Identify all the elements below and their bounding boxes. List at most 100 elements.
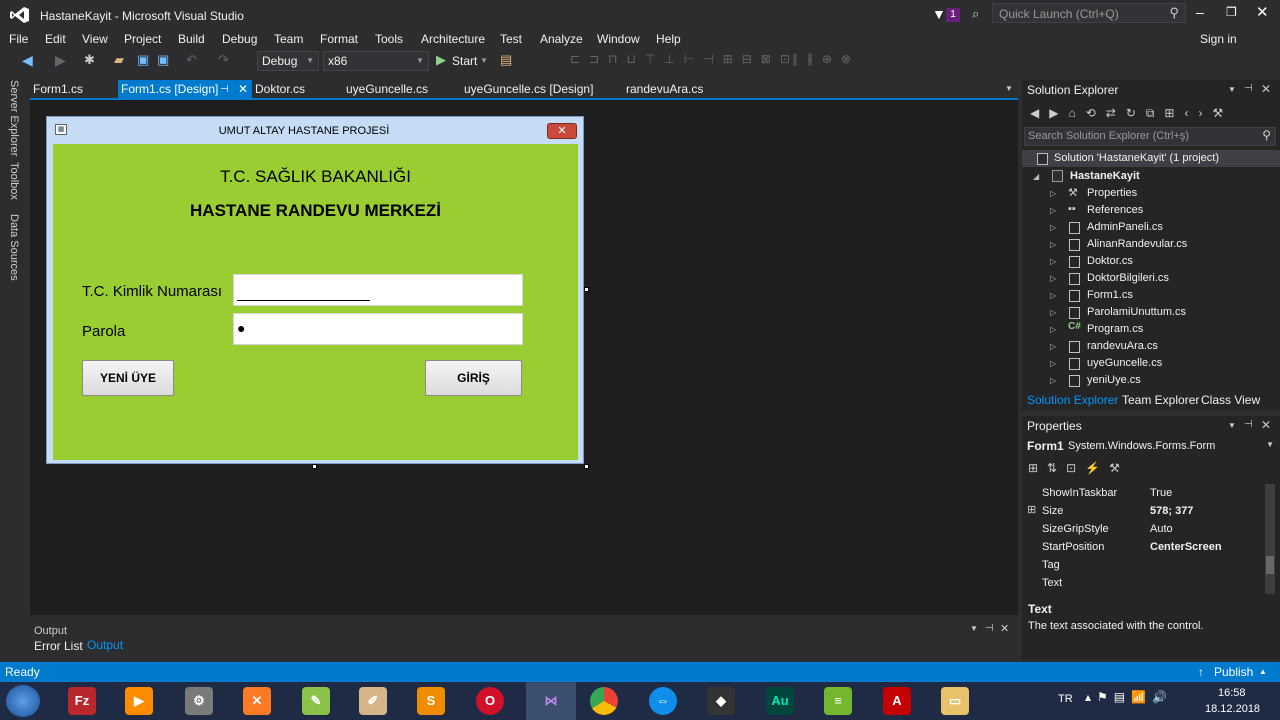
tree-item-file[interactable]: Form1.cs (1087, 287, 1133, 304)
tc-input[interactable] (233, 274, 523, 306)
quick-launch[interactable]: Quick Launch (Ctrl+Q) ⚲ (992, 3, 1186, 23)
menu-build[interactable]: Build (178, 30, 205, 48)
output-tab[interactable]: Output (87, 637, 123, 652)
maximize-icon[interactable]: ❐ (1226, 5, 1237, 19)
expand-icon[interactable]: ▷ (1050, 308, 1056, 317)
solution-toolbar-icons[interactable]: ◀▶⌂⟲⇄↻⧉⊞‹›⚒ (1030, 106, 1233, 121)
forward-icon[interactable]: ▶ (55, 52, 66, 70)
start-button[interactable]: Start (452, 52, 477, 70)
solution-explorer-bottom-tab[interactable]: Solution Explorer (1027, 393, 1118, 407)
expand-icon[interactable]: ▷ (1050, 342, 1056, 351)
feedback-icon[interactable]: ⌕ (972, 6, 979, 22)
teamviewer-icon[interactable]: ⇔ (649, 687, 677, 715)
output-menu-icon[interactable]: ▼ (970, 624, 978, 633)
menu-file[interactable]: File (9, 30, 28, 48)
property-row[interactable]: SizeGripStyle Auto (1042, 520, 1274, 538)
filter-icon[interactable]: ▼ (932, 6, 946, 22)
tab-uyeguncelle-cs[interactable]: uyeGuncelle.cs (343, 80, 459, 99)
expand-icon[interactable]: ▷ (1050, 240, 1056, 249)
tree-item-file[interactable]: randevuAra.cs (1087, 338, 1158, 355)
save-all-icon[interactable]: ▣ (157, 52, 169, 70)
opera-icon[interactable]: O (476, 687, 504, 715)
menu-architecture[interactable]: Architecture (421, 30, 485, 48)
menu-view[interactable]: View (82, 30, 108, 48)
pane-menu-icon[interactable]: ▼ (1228, 85, 1236, 94)
chrome-icon[interactable] (590, 687, 618, 715)
save-icon[interactable]: ▣ (137, 52, 149, 70)
data-sources-tab[interactable]: Data Sources (8, 214, 20, 281)
output-pin-icon[interactable]: ⊣ (985, 623, 994, 634)
solution-search[interactable]: Search Solution Explorer (Ctrl+ş) ⚲ (1024, 127, 1276, 146)
tab-uyeguncelle-design[interactable]: uyeGuncelle.cs [Design] (461, 80, 621, 99)
redo-icon[interactable]: ↷ (218, 52, 229, 70)
close-tab-icon[interactable]: ✕ (238, 80, 248, 99)
pane-close-icon[interactable]: ✕ (1261, 418, 1271, 432)
expand-icon[interactable]: ▷ (1050, 359, 1056, 368)
layout-spacing-icons[interactable]: ∥∦⊕⊗ (792, 52, 860, 70)
expand-icon[interactable]: ▷ (1050, 274, 1056, 283)
property-row[interactable]: Size 578; 377 (1042, 502, 1274, 520)
pane-pin-icon[interactable]: ⊣ (1244, 419, 1253, 430)
tree-item-file[interactable]: uyeGuncelle.cs (1087, 355, 1162, 372)
expand-icon[interactable]: ▷ (1050, 223, 1056, 232)
start-icon[interactable] (6, 685, 40, 717)
tree-item-references[interactable]: References (1087, 202, 1143, 219)
tree-item-file[interactable]: Doktor.cs (1087, 253, 1133, 270)
menu-window[interactable]: Window (597, 30, 640, 48)
file-manager-icon[interactable]: ⚙ (185, 687, 213, 715)
menu-help[interactable]: Help (656, 30, 681, 48)
project-label[interactable]: HastaneKayit (1070, 168, 1140, 185)
tab-form1-design[interactable]: Form1.cs [Design] ⊣ ✕ (118, 80, 252, 99)
property-row[interactable]: Text (1042, 574, 1274, 592)
register-button[interactable]: YENİ ÜYE (82, 360, 174, 396)
expand-size-icon[interactable]: ⊞ (1027, 503, 1036, 516)
inkscape-icon[interactable]: ◆ (707, 687, 735, 715)
login-button[interactable]: GİRİŞ (425, 360, 522, 396)
tree-item-file[interactable]: AdminPaneli.cs (1087, 219, 1163, 236)
menu-debug[interactable]: Debug (222, 30, 257, 48)
filezilla-icon[interactable]: Fz (68, 687, 96, 715)
toolbox-tab[interactable]: Toolbox (8, 162, 20, 200)
bluestacks-icon[interactable]: ≡ (824, 687, 852, 715)
paint-icon[interactable]: ✐ (359, 687, 387, 715)
tree-item-file[interactable]: yeniUye.cs (1087, 372, 1141, 389)
back-icon[interactable]: ◀ (22, 52, 33, 70)
expand-icon[interactable]: ▷ (1050, 206, 1056, 215)
new-project-icon[interactable]: ✱ (84, 52, 95, 70)
configuration-select[interactable]: Debug ▼ (257, 51, 319, 71)
resize-handle-corner[interactable] (584, 464, 589, 469)
form-close-icon[interactable]: ✕ (547, 123, 577, 139)
form1-design[interactable]: ▦ UMUT ALTAY HASTANE PROJESİ ✕ T.C. SAĞL… (46, 116, 584, 464)
resize-handle-right[interactable] (584, 287, 589, 292)
expand-icon[interactable]: ▷ (1050, 291, 1056, 300)
start-dropdown-icon[interactable]: ▼ (480, 52, 488, 70)
tab-randevuara-cs[interactable]: randevuAra.cs (623, 80, 733, 99)
menu-tools[interactable]: Tools (375, 30, 403, 48)
tab-doktor-cs[interactable]: Doktor.cs (252, 80, 340, 99)
clock-date[interactable]: 18.12.2018 (1205, 703, 1260, 715)
tree-item-file[interactable]: Program.cs (1087, 321, 1143, 338)
expand-icon[interactable]: ▷ (1050, 189, 1056, 198)
notepad-plus-icon[interactable]: ✎ (302, 687, 330, 715)
visual-studio-icon[interactable]: ⋈ (526, 682, 576, 720)
expand-icon[interactable]: ▷ (1050, 376, 1056, 385)
acrobat-icon[interactable]: A (883, 687, 911, 715)
solution-row[interactable]: Solution 'HastaneKayit' (1 project) (1022, 150, 1280, 167)
browser-link-icon[interactable]: ▤ (500, 52, 512, 70)
audition-icon[interactable]: Au (766, 687, 794, 715)
undo-icon[interactable]: ↶ (186, 52, 197, 70)
pane-close-icon[interactable]: ✕ (1261, 82, 1271, 96)
sublime-icon[interactable]: S (417, 687, 445, 715)
class-view-tab[interactable]: Class View (1201, 393, 1260, 407)
menu-project[interactable]: Project (124, 30, 161, 48)
pane-pin-icon[interactable]: ⊣ (1244, 83, 1253, 94)
expand-icon[interactable]: ▷ (1050, 257, 1056, 266)
platform-select[interactable]: x86 ▼ (323, 51, 429, 71)
password-input[interactable]: ● (233, 313, 523, 345)
menu-format[interactable]: Format (320, 30, 358, 48)
resize-handle-bottom[interactable] (312, 464, 317, 469)
pin-icon[interactable]: ⊣ (220, 80, 229, 99)
server-explorer-tab[interactable]: Server Explorer (8, 80, 20, 156)
menu-edit[interactable]: Edit (45, 30, 66, 48)
tree-item-file[interactable]: DoktorBilgileri.cs (1087, 270, 1169, 287)
